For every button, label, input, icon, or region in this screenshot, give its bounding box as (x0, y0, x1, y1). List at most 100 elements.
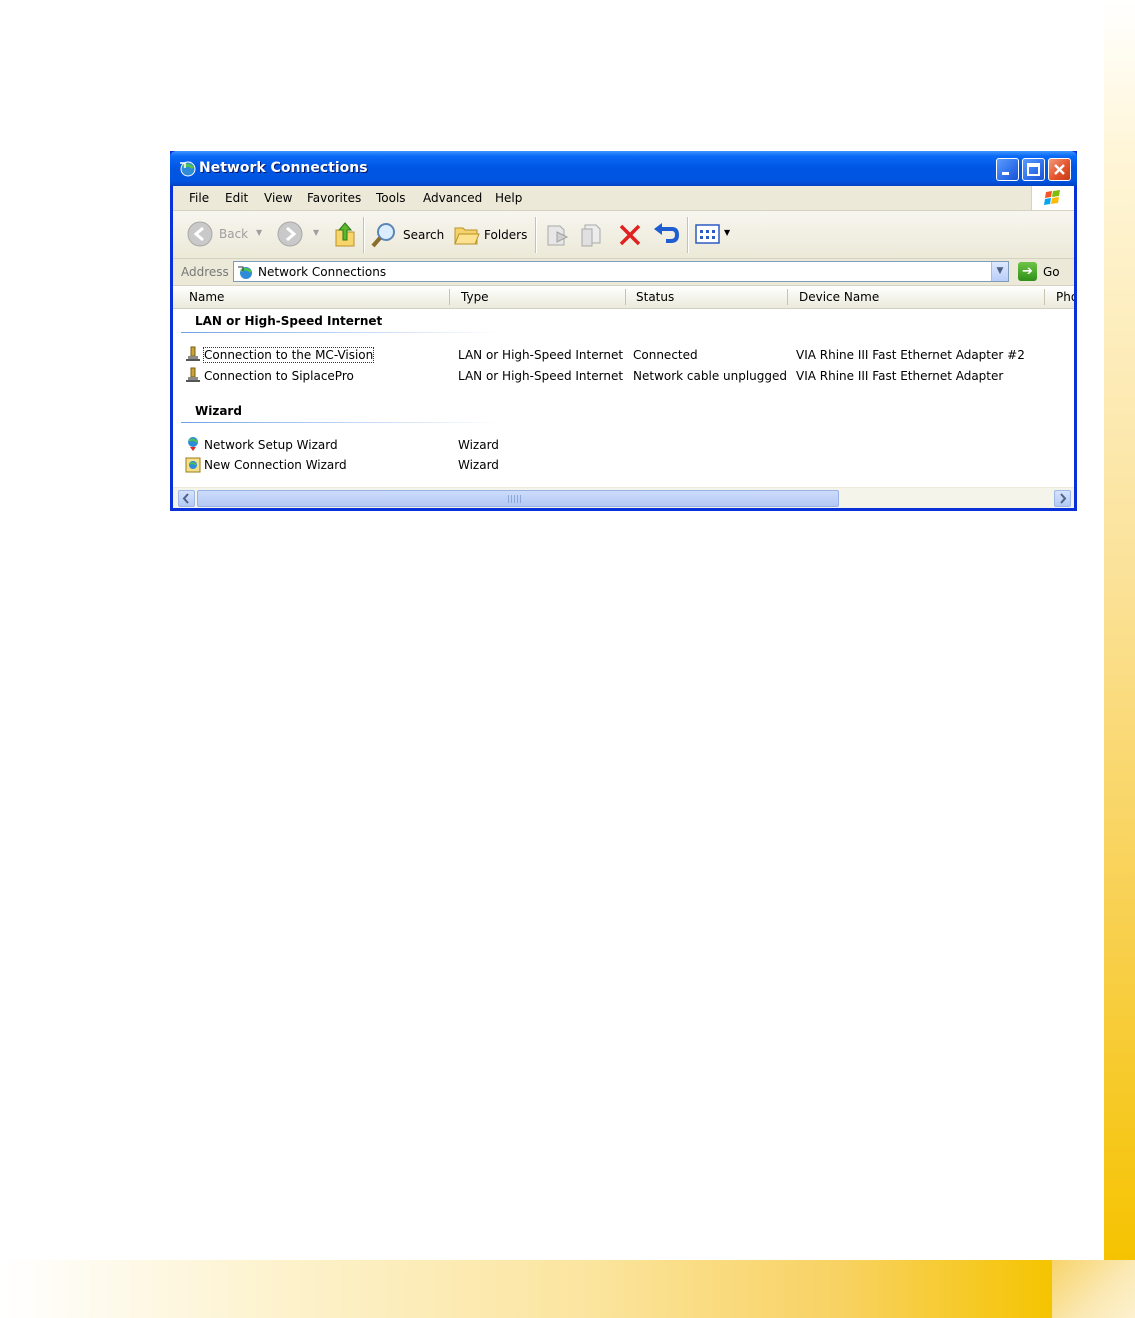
menu-view[interactable]: View (264, 191, 292, 205)
column-header-device-name[interactable]: Device Name (799, 290, 879, 304)
scroll-right-button[interactable] (1054, 490, 1071, 507)
group-separator (181, 332, 501, 333)
undo-icon (654, 223, 680, 243)
wizard-type: Wizard (458, 438, 499, 452)
connection-status: Connected (633, 348, 698, 362)
folders-label: Folders (484, 228, 528, 242)
page-border-bottom (0, 1260, 1052, 1318)
window-client-area: File Edit View Favorites Tools Advanced … (173, 186, 1074, 508)
network-cable-icon (186, 367, 200, 382)
column-header-row: Name Type Status Device Name Pho (173, 286, 1074, 309)
column-header-type[interactable]: Type (461, 290, 489, 304)
maximize-icon (1027, 163, 1040, 176)
connection-type: LAN or High-Speed Internet (458, 369, 624, 383)
back-dropdown-icon[interactable]: ▼ (256, 228, 262, 237)
group-header-lan: LAN or High-Speed Internet (195, 314, 383, 328)
group-header-wizard: Wizard (195, 404, 242, 418)
address-field[interactable]: Network Connections ▼ (233, 261, 1009, 282)
search-label: Search (403, 228, 445, 242)
horizontal-scrollbar[interactable] (173, 487, 1074, 508)
windows-logo (1031, 186, 1074, 210)
back-button[interactable]: Back (187, 221, 248, 247)
chevron-right-icon (1060, 493, 1067, 504)
go-arrow-icon[interactable]: ➔ (1018, 262, 1037, 281)
copy-to-icon (581, 224, 601, 247)
network-connections-icon (238, 266, 252, 279)
undo-button[interactable] (652, 221, 680, 250)
column-header-name[interactable]: Name (189, 290, 224, 304)
minimize-icon (1002, 172, 1009, 175)
toolbar-separator (535, 217, 537, 253)
connection-type: LAN or High-Speed Internet (458, 348, 624, 362)
network-setup-wizard-icon (188, 437, 198, 451)
window-title: Network Connections (199, 160, 368, 176)
up-folder-button[interactable] (333, 220, 357, 251)
views-dropdown-icon[interactable]: ▼ (724, 228, 730, 237)
folders-icon (454, 227, 480, 245)
address-label: Address (181, 265, 229, 279)
wizard-name-new-connection[interactable]: New Connection Wizard (204, 458, 347, 472)
move-to-button[interactable] (545, 222, 571, 251)
address-bar: Address Network Connections ▼ ➔ Go (173, 259, 1074, 286)
connection-status: Network cable unplugged (633, 369, 788, 383)
menu-tools[interactable]: Tools (376, 191, 406, 205)
connection-device: VIA Rhine III Fast Ethernet Adapter (796, 369, 1004, 383)
close-button[interactable] (1048, 158, 1071, 181)
menu-file[interactable]: File (189, 191, 209, 205)
copy-to-button[interactable] (579, 222, 605, 251)
network-cable-icon (186, 346, 200, 361)
page-border-corner (1052, 1260, 1135, 1318)
menu-bar: File Edit View Favorites Tools Advanced … (173, 186, 1074, 211)
chevron-down-icon[interactable]: ▼ (991, 262, 1008, 281)
column-header-phone[interactable]: Pho (1056, 290, 1074, 304)
go-button[interactable]: Go (1043, 265, 1060, 279)
address-value[interactable]: Network Connections (258, 265, 386, 279)
forward-arrow-icon (277, 221, 303, 247)
column-divider[interactable] (787, 289, 788, 305)
forward-dropdown-icon[interactable]: ▼ (313, 228, 319, 237)
scroll-thumb[interactable] (197, 490, 839, 507)
toolbar-separator (363, 217, 365, 253)
network-connections-icon (180, 161, 196, 177)
column-divider[interactable] (1044, 289, 1045, 305)
menu-favorites[interactable]: Favorites (307, 191, 361, 205)
menu-help[interactable]: Help (495, 191, 522, 205)
page-border-right (1104, 0, 1135, 1262)
back-arrow-icon (187, 221, 213, 247)
forward-button[interactable] (277, 221, 303, 250)
column-divider[interactable] (449, 289, 450, 305)
menu-edit[interactable]: Edit (225, 191, 248, 205)
up-folder-icon (335, 222, 355, 247)
delete-x-icon (619, 224, 641, 246)
new-connection-wizard-icon (185, 457, 201, 473)
views-button[interactable]: ▼ (695, 223, 730, 248)
scroll-left-button[interactable] (178, 490, 195, 507)
delete-button[interactable] (617, 222, 643, 251)
connection-device: VIA Rhine III Fast Ethernet Adapter #2 (796, 348, 1025, 362)
standard-toolbar: Back ▼ ▼ Search Folders ▼ (173, 211, 1074, 259)
maximize-button[interactable] (1022, 158, 1045, 181)
title-bar[interactable]: Network Connections (170, 151, 1077, 186)
chevron-left-icon (182, 493, 189, 504)
back-label: Back (219, 227, 249, 241)
scroll-grip (508, 495, 522, 503)
minimize-button[interactable] (996, 158, 1019, 181)
connection-name-mc-vision[interactable]: Connection to the MC-Vision (202, 347, 375, 363)
group-separator (181, 422, 501, 423)
network-connections-window: Network Connections File Edit View Favor… (170, 151, 1077, 511)
close-icon (1054, 164, 1065, 175)
connection-name-siplacepro[interactable]: Connection to SiplacePro (204, 369, 354, 383)
windows-flag-icon (1044, 190, 1060, 205)
toolbar-separator (687, 217, 689, 253)
column-divider[interactable] (625, 289, 626, 305)
folders-button[interactable]: Folders (453, 222, 527, 251)
wizard-name-network-setup[interactable]: Network Setup Wizard (204, 438, 338, 452)
search-button[interactable]: Search (370, 221, 444, 252)
search-icon (371, 223, 395, 248)
menu-advanced[interactable]: Advanced (423, 191, 482, 205)
wizard-type: Wizard (458, 458, 499, 472)
views-grid-icon (695, 224, 720, 244)
connections-list-view: Name Type Status Device Name Pho LAN or … (173, 286, 1074, 487)
column-header-status[interactable]: Status (636, 290, 674, 304)
move-to-icon (547, 225, 569, 246)
